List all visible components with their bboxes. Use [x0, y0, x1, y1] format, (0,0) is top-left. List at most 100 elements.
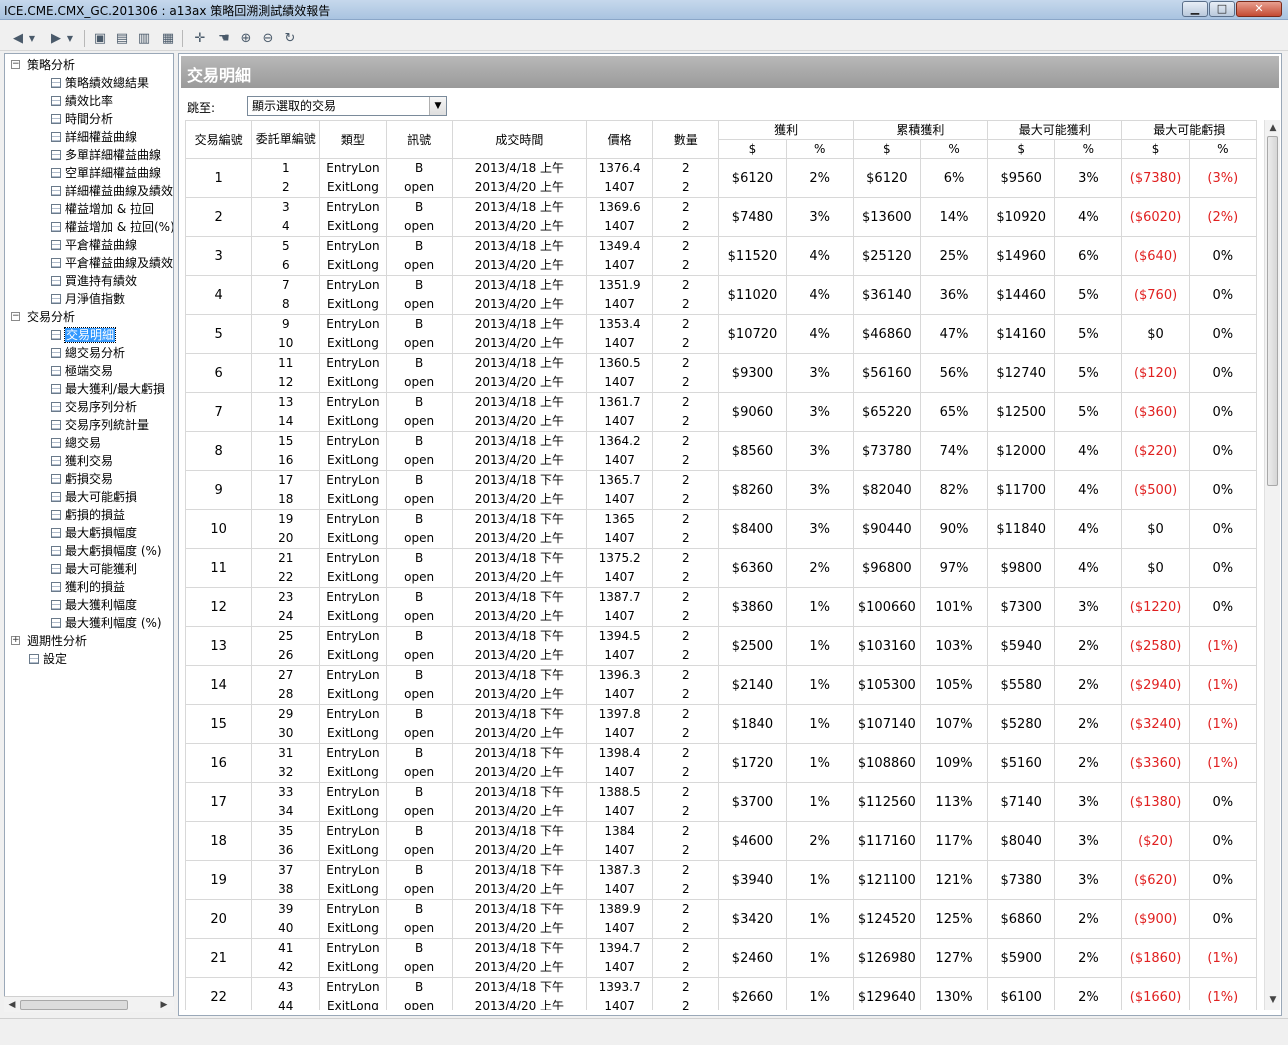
max-profit-cell[interactable]: $12500 — [987, 392, 1056, 432]
time-cell[interactable]: 2013/4/18 上午 — [451, 392, 588, 412]
cum-profit-pct-cell[interactable]: 74% — [919, 431, 989, 471]
type-cell[interactable]: EntryLon — [319, 353, 387, 373]
table-row[interactable]: 14 27 EntryLon B 2013/4/18 下午 1396.3 2 $2140 1% $… — [185, 665, 1258, 705]
price-cell[interactable]: 1407 — [586, 958, 654, 978]
order-no-cell[interactable]: 41 — [251, 938, 321, 958]
max-profit-cell[interactable]: $5160 — [987, 743, 1056, 783]
cum-profit-cell[interactable]: $82040 — [852, 470, 921, 510]
cum-profit-cell[interactable]: $25120 — [852, 236, 921, 276]
profit-cell[interactable]: $8560 — [718, 431, 787, 471]
cum-profit-pct-cell[interactable]: 25% — [919, 236, 989, 276]
profit-cell[interactable]: $3420 — [718, 899, 787, 939]
header-dollar[interactable]: $ — [987, 139, 1056, 159]
type-cell[interactable]: EntryLon — [319, 392, 387, 412]
profit-cell[interactable]: $8400 — [718, 509, 787, 549]
cum-profit-pct-cell[interactable]: 127% — [919, 938, 989, 978]
max-profit-pct-cell[interactable]: 5% — [1054, 353, 1123, 393]
max-profit-pct-cell[interactable]: 2% — [1054, 665, 1123, 705]
profit-cell[interactable]: $8260 — [718, 470, 787, 510]
qty-cell[interactable]: 2 — [652, 724, 720, 744]
trade-no-cell[interactable]: 6 — [185, 353, 253, 393]
header-order-no[interactable]: 委託單編號 — [251, 120, 321, 159]
order-no-cell[interactable]: 18 — [251, 490, 321, 510]
header-dollar[interactable]: $ — [718, 139, 787, 159]
price-cell[interactable]: 1394.7 — [586, 938, 654, 958]
minimize-button[interactable]: ▁ — [1182, 1, 1208, 17]
profit-cell[interactable]: $1720 — [718, 743, 787, 783]
trade-no-cell[interactable]: 13 — [185, 626, 253, 666]
qty-cell[interactable]: 2 — [652, 178, 720, 198]
cum-profit-cell[interactable]: $36140 — [852, 275, 921, 315]
order-no-cell[interactable]: 34 — [251, 802, 321, 822]
qty-cell[interactable]: 2 — [652, 275, 720, 295]
time-cell[interactable]: 2013/4/18 下午 — [451, 587, 588, 607]
price-cell[interactable]: 1376.4 — [586, 158, 654, 178]
cum-profit-cell[interactable]: $105300 — [852, 665, 921, 705]
table-row[interactable]: 15 29 EntryLon B 2013/4/18 下午 1397.8 2 $1840 1% $… — [185, 704, 1258, 744]
max-profit-cell[interactable]: $5280 — [987, 704, 1056, 744]
tree-item[interactable]: 多單詳細權益曲線 — [51, 146, 161, 164]
qty-cell[interactable]: 2 — [652, 763, 720, 783]
type-cell[interactable]: EntryLon — [319, 743, 387, 763]
time-cell[interactable]: 2013/4/20 上午 — [451, 958, 588, 978]
price-cell[interactable]: 1407 — [586, 529, 654, 549]
price-cell[interactable]: 1407 — [586, 919, 654, 939]
order-no-cell[interactable]: 43 — [251, 977, 321, 997]
signal-cell[interactable]: B — [385, 899, 453, 919]
trade-no-cell[interactable]: 1 — [185, 158, 253, 198]
order-no-cell[interactable]: 21 — [251, 548, 321, 568]
qty-cell[interactable]: 2 — [652, 919, 720, 939]
cum-profit-cell[interactable]: $121100 — [852, 860, 921, 900]
tree-item[interactable]: 策略績效總結果 — [51, 74, 149, 92]
type-cell[interactable]: ExitLong — [319, 841, 387, 861]
max-loss-pct-cell[interactable]: 0% — [1188, 548, 1258, 588]
max-loss-cell[interactable]: ($640) — [1121, 236, 1190, 276]
price-cell[interactable]: 1387.3 — [586, 860, 654, 880]
order-no-cell[interactable]: 23 — [251, 587, 321, 607]
time-cell[interactable]: 2013/4/20 上午 — [451, 217, 588, 237]
order-no-cell[interactable]: 40 — [251, 919, 321, 939]
max-loss-pct-cell[interactable]: 0% — [1188, 782, 1258, 822]
jump-select[interactable]: 顯示選取的交易 ▼ — [247, 96, 447, 116]
price-cell[interactable]: 1407 — [586, 412, 654, 432]
time-cell[interactable]: 2013/4/18 下午 — [451, 743, 588, 763]
signal-cell[interactable]: open — [385, 958, 453, 978]
order-no-cell[interactable]: 12 — [251, 373, 321, 393]
profit-cell[interactable]: $6360 — [718, 548, 787, 588]
cum-profit-cell[interactable]: $107140 — [852, 704, 921, 744]
price-cell[interactable]: 1407 — [586, 802, 654, 822]
cum-profit-cell[interactable]: $103160 — [852, 626, 921, 666]
time-cell[interactable]: 2013/4/20 上午 — [451, 490, 588, 510]
order-no-cell[interactable]: 24 — [251, 607, 321, 627]
max-loss-pct-cell[interactable]: (1%) — [1188, 665, 1258, 705]
tree-item[interactable]: 總交易 — [51, 434, 101, 452]
tree-item[interactable]: 績效比率 — [51, 92, 113, 110]
tree-item[interactable]: 平倉權益曲線及績效 — [51, 254, 173, 272]
trade-no-cell[interactable]: 22 — [185, 977, 253, 1010]
signal-cell[interactable]: B — [385, 158, 453, 178]
type-cell[interactable]: EntryLon — [319, 509, 387, 529]
trade-no-cell[interactable]: 7 — [185, 392, 253, 432]
type-cell[interactable]: EntryLon — [319, 665, 387, 685]
max-loss-cell[interactable]: $0 — [1121, 314, 1190, 354]
tree-item[interactable]: 極端交易 — [51, 362, 113, 380]
max-profit-pct-cell[interactable]: 3% — [1054, 782, 1123, 822]
type-cell[interactable]: ExitLong — [319, 568, 387, 588]
time-cell[interactable]: 2013/4/18 上午 — [451, 158, 588, 178]
tree-item[interactable]: 時間分析 — [51, 110, 113, 128]
order-no-cell[interactable]: 13 — [251, 392, 321, 412]
max-profit-pct-cell[interactable]: 2% — [1054, 977, 1123, 1010]
signal-cell[interactable]: open — [385, 685, 453, 705]
max-loss-cell[interactable]: ($3360) — [1121, 743, 1190, 783]
tree-item[interactable]: 交易序列分析 — [51, 398, 137, 416]
qty-cell[interactable]: 2 — [652, 431, 720, 451]
max-loss-pct-cell[interactable]: 0% — [1188, 821, 1258, 861]
expand-icon[interactable]: + — [11, 636, 20, 645]
header-pct[interactable]: % — [919, 139, 989, 159]
profit-pct-cell[interactable]: 1% — [785, 860, 854, 900]
tree-item[interactable]: 月淨值指數 — [51, 290, 125, 308]
order-no-cell[interactable]: 11 — [251, 353, 321, 373]
max-profit-pct-cell[interactable]: 4% — [1054, 509, 1123, 549]
max-profit-pct-cell[interactable]: 4% — [1054, 431, 1123, 471]
max-loss-cell[interactable]: ($620) — [1121, 860, 1190, 900]
